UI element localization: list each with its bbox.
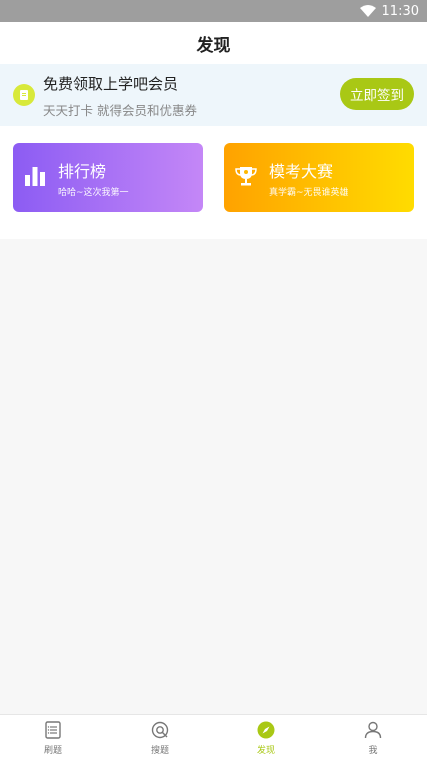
page-header: 发现: [0, 22, 427, 64]
trophy-icon: [235, 167, 257, 186]
bottom-tab-bar: 刷题 搜题 发现 我: [0, 714, 427, 759]
checkin-button[interactable]: 立即签到: [340, 78, 414, 110]
status-bar: 11:30: [0, 0, 427, 22]
exam-card[interactable]: 模考大赛 真学霸~无畏谁英雄: [224, 143, 414, 212]
exam-subtitle: 真学霸~无畏谁英雄: [269, 188, 349, 198]
note-icon: [13, 84, 35, 106]
search-icon: [151, 721, 169, 738]
tab-discover[interactable]: 发现: [213, 715, 319, 759]
bar-chart-icon: [25, 167, 45, 186]
tab-label: 我: [368, 745, 378, 756]
page-title: 发现: [196, 35, 231, 56]
checkin-subtitle: 天天打卡 就得会员和优惠券: [43, 103, 197, 118]
checkin-title: 免费领取上学吧会员: [43, 75, 179, 93]
ranking-subtitle: 哈哈~这次我第一: [58, 188, 129, 198]
compass-icon: [257, 721, 275, 738]
tab-practice[interactable]: 刷题: [0, 715, 106, 759]
status-time: 11:30: [381, 3, 419, 19]
user-icon: [364, 721, 382, 738]
list-icon: [45, 720, 61, 739]
feature-cards: 排行榜 哈哈~这次我第一 模考大赛 真学霸~无畏谁英雄: [0, 126, 427, 239]
checkin-banner: 免费领取上学吧会员 天天打卡 就得会员和优惠券 立即签到: [0, 64, 427, 126]
tab-me[interactable]: 我: [320, 715, 426, 759]
tab-search[interactable]: 搜题: [107, 715, 213, 759]
tab-label: 搜题: [150, 745, 169, 756]
ranking-card[interactable]: 排行榜 哈哈~这次我第一: [13, 143, 203, 212]
tab-label: 发现: [256, 745, 275, 756]
tab-label: 刷题: [43, 745, 62, 756]
ranking-title: 排行榜: [58, 162, 107, 181]
exam-title: 模考大赛: [269, 162, 334, 181]
wifi-icon: [359, 5, 376, 17]
